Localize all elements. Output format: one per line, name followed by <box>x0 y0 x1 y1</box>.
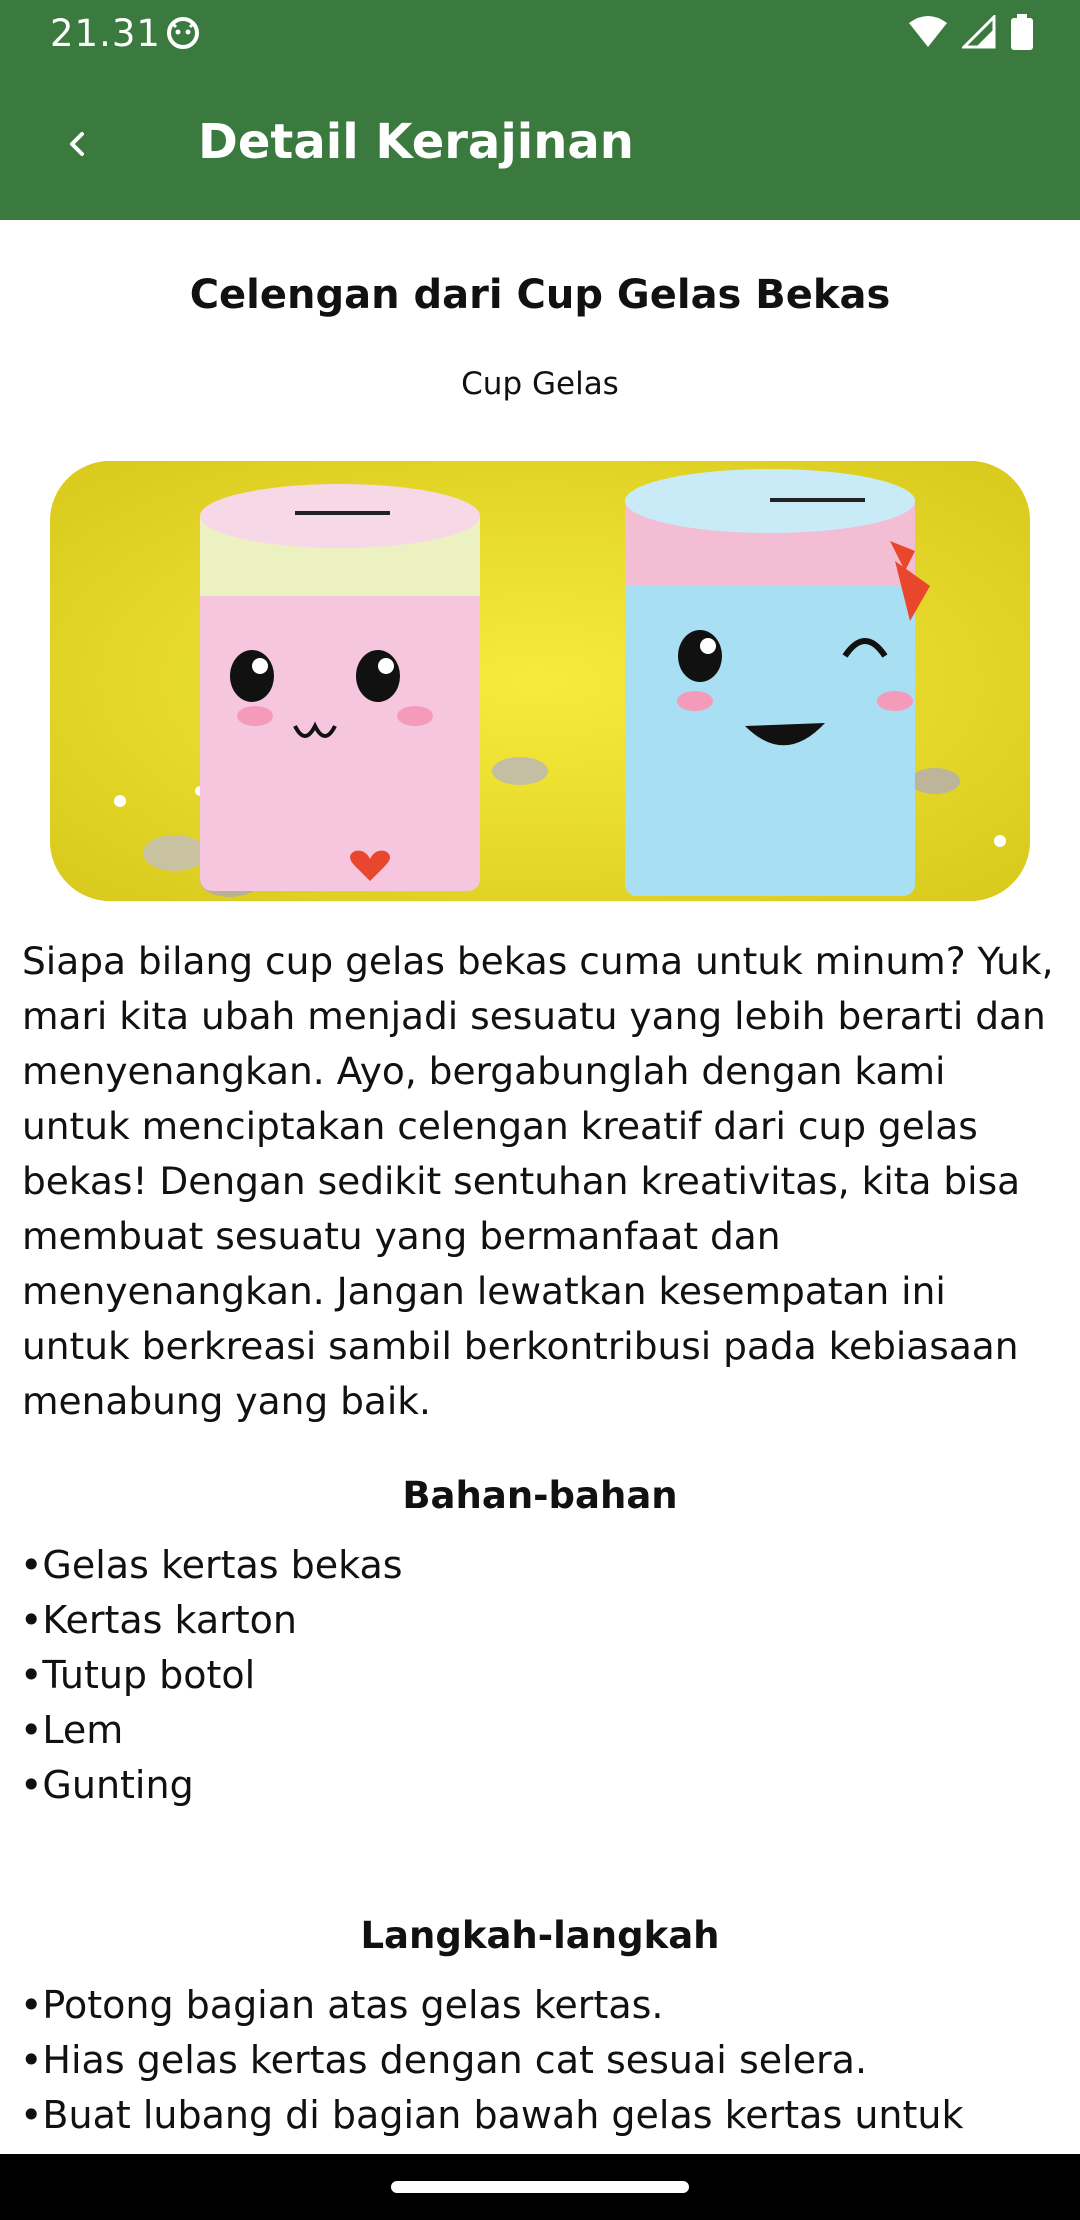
steps-heading: Langkah-langkah <box>360 1914 720 1957</box>
chevron-left-icon <box>70 132 84 156</box>
list-item: •Gunting <box>20 1763 194 1807</box>
status-time: 21.31 <box>50 12 161 55</box>
list-item: •Gelas kertas bekas <box>20 1543 403 1587</box>
android-face-icon <box>166 16 200 54</box>
navigation-bar <box>0 2154 1080 2220</box>
home-indicator[interactable] <box>391 2181 689 2193</box>
craft-title: Celengan dari Cup Gelas Bekas <box>189 272 891 318</box>
craft-category: Cup Gelas <box>461 366 619 402</box>
back-button[interactable] <box>48 114 108 174</box>
list-item: •Potong bagian atas gelas kertas. <box>20 1983 664 2027</box>
list-item: •Hias gelas kertas dengan cat sesuai sel… <box>20 2038 868 2082</box>
wifi-icon <box>908 15 948 53</box>
list-item: •Tutup botol <box>20 1653 256 1697</box>
craft-description: Siapa bilang cup gelas bekas cuma untuk … <box>22 939 1054 1423</box>
app-title: Detail Kerajinan <box>198 114 634 170</box>
materials-heading: Bahan-bahan <box>402 1474 678 1517</box>
list-item: •Lem <box>20 1708 124 1752</box>
battery-icon <box>1010 14 1034 54</box>
steps-list: •Potong bagian atas gelas kertas. •Hias … <box>20 1978 1060 2143</box>
craft-image <box>50 461 1030 901</box>
list-item: •Kertas karton <box>20 1598 297 1642</box>
signal-icon <box>960 13 996 53</box>
list-item: •Buat lubang di bagian bawah gelas kerta… <box>20 2093 964 2137</box>
app-bar: Detail Kerajinan <box>0 66 1080 220</box>
materials-list: •Gelas kertas bekas •Kertas karton •Tutu… <box>20 1538 1060 1813</box>
status-bar: 21.31 <box>0 0 1080 66</box>
